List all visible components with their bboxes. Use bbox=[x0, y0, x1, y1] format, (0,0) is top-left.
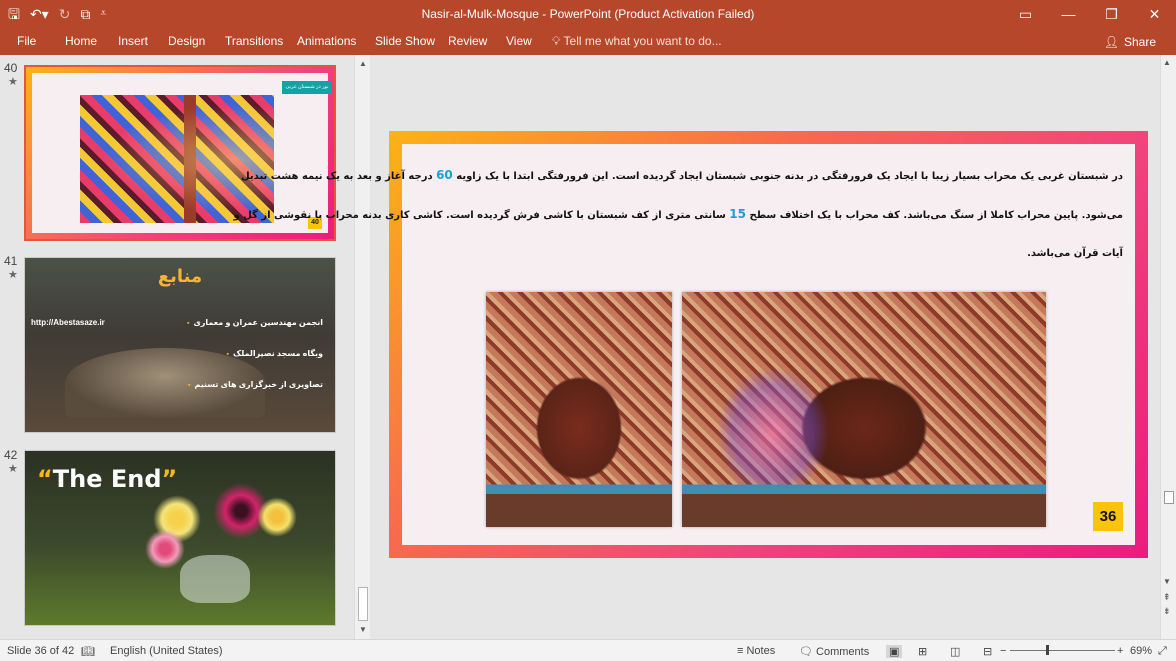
lightbulb-icon: 💡︎ bbox=[552, 34, 561, 48]
previous-slide-icon[interactable]: ⇞ bbox=[1163, 592, 1171, 603]
close-quote: ” bbox=[161, 465, 178, 493]
ribbon-tabs: File Home Insert Design Transitions Anim… bbox=[0, 29, 1176, 55]
thumbnails-scrollbar[interactable]: ▲ ▼ bbox=[354, 55, 370, 639]
flower-image bbox=[257, 497, 297, 537]
normal-view-icon[interactable]: ▣ bbox=[886, 645, 903, 658]
tab-file[interactable]: File bbox=[17, 34, 36, 48]
animation-star-icon: ★ bbox=[8, 463, 18, 475]
minimize-icon[interactable]: — bbox=[1047, 0, 1090, 29]
scroll-thumb[interactable] bbox=[1164, 491, 1174, 504]
thumb-title: منابع bbox=[157, 266, 203, 287]
zoom-level[interactable]: 69% bbox=[1130, 645, 1152, 657]
language-indicator[interactable]: English (United States) bbox=[110, 645, 223, 657]
body-text-line-2[interactable]: می‌شود. پایین محراب کاملا از سنگ می‌باشد… bbox=[233, 207, 1123, 221]
slide-number-badge: 36 bbox=[1093, 502, 1123, 531]
the-end-text: The End bbox=[52, 465, 162, 493]
next-slide-icon[interactable]: ⇟ bbox=[1163, 606, 1171, 617]
notes-button[interactable]: ≡ Notes bbox=[737, 645, 775, 657]
fit-to-window-icon[interactable]: ⤢ bbox=[1158, 645, 1167, 658]
zoom-out-icon[interactable]: − bbox=[1000, 645, 1006, 657]
comment-icon: 🗨︎ bbox=[799, 646, 817, 658]
restore-icon[interactable]: ❐ bbox=[1090, 0, 1133, 29]
tab-transitions[interactable]: Transitions bbox=[225, 34, 283, 48]
slideshow-view-icon[interactable]: ⊟ bbox=[983, 645, 992, 658]
tab-slide-show[interactable]: Slide Show bbox=[375, 34, 435, 48]
body-text-line-3[interactable]: آیات قرآن می‌باشد. bbox=[416, 248, 1123, 259]
zoom-in-icon[interactable]: + bbox=[1117, 645, 1123, 657]
thumb-list-item: انجمن مهندسین عمران و معماری bbox=[187, 318, 323, 327]
highlight-number: 15 bbox=[729, 207, 746, 221]
thumb-number-41: 41 bbox=[4, 254, 18, 268]
slide-thumbnail-42[interactable]: “The End” bbox=[24, 450, 336, 626]
mihrab-photo-left[interactable] bbox=[486, 292, 672, 527]
scroll-down-icon[interactable]: ▼ bbox=[1163, 577, 1171, 586]
text-run: می‌شود. پایین محراب کاملا از سنگ می‌باشد… bbox=[746, 210, 1123, 221]
tell-me-search[interactable]: 💡︎ Tell me what you want to do... bbox=[552, 34, 722, 49]
scroll-up-icon[interactable]: ▲ bbox=[357, 58, 369, 70]
close-icon[interactable]: ✕ bbox=[1133, 0, 1176, 29]
ribbon-display-icon[interactable]: ▭ bbox=[1004, 0, 1047, 29]
status-bar: Slide 36 of 42 📖︎ English (United States… bbox=[0, 639, 1176, 661]
comments-button[interactable]: 🗨︎ Comments bbox=[799, 645, 869, 658]
title-bar: 🖫 ↶▾ ↻ ⧉ ⩡ Nasir-al-Mulk-Mosque - PowerP… bbox=[0, 0, 1176, 29]
tell-me-text: Tell me what you want to do... bbox=[563, 34, 722, 48]
notes-label: Notes bbox=[746, 645, 776, 657]
thumb-number-40: 40 bbox=[4, 61, 18, 75]
text-run: سانتی متری از کف شبستان با کاشی فرش گردی… bbox=[233, 210, 730, 221]
thumb-number-42: 42 bbox=[4, 448, 18, 462]
slide-thumbnail-41[interactable]: منابع http://Abestasaze.ir انجمن مهندسین… bbox=[24, 257, 336, 433]
scroll-thumb[interactable] bbox=[358, 587, 368, 621]
stained-glass-photo bbox=[80, 95, 274, 223]
tab-view[interactable]: View bbox=[506, 34, 532, 48]
scroll-up-icon[interactable]: ▲ bbox=[1163, 58, 1171, 67]
window-controls: ▭ — ❐ ✕ bbox=[1004, 0, 1176, 29]
tab-insert[interactable]: Insert bbox=[118, 34, 148, 48]
tab-design[interactable]: Design bbox=[168, 34, 205, 48]
editor-scrollbar[interactable]: ▲ ▼ ⇞ ⇟ bbox=[1160, 55, 1176, 639]
window-title: Nasir-al-Mulk-Mosque - PowerPoint (Produ… bbox=[421, 7, 755, 21]
slide-sorter-icon[interactable]: ⊞ bbox=[918, 645, 927, 658]
the-end-title: “The End” bbox=[37, 465, 177, 493]
highlight-number: 60 bbox=[436, 168, 453, 182]
open-quote: “ bbox=[37, 465, 53, 493]
thumb-link: http://Abestasaze.ir bbox=[31, 318, 105, 327]
tab-review[interactable]: Review bbox=[448, 34, 487, 48]
thumb-list-item: تصاویری از خبرگزاری های تسنیم bbox=[188, 380, 323, 389]
slide-counter: Slide 36 of 42 bbox=[7, 645, 75, 657]
flower-image bbox=[145, 529, 185, 569]
tab-animations[interactable]: Animations bbox=[297, 34, 356, 48]
zoom-slider-thumb[interactable] bbox=[1046, 645, 1049, 655]
person-icon: 👤︎ bbox=[1103, 35, 1119, 49]
animation-star-icon: ★ bbox=[8, 269, 18, 281]
text-run: در شبستان غربی یک محراب بسیار زیبا با ای… bbox=[452, 171, 1123, 182]
scroll-down-icon[interactable]: ▼ bbox=[357, 624, 369, 636]
spell-check-icon[interactable]: 📖︎ bbox=[81, 645, 95, 658]
animation-star-icon: ★ bbox=[8, 76, 18, 88]
thumb-list-item: وبگاه مسجد نصیرالملک bbox=[227, 349, 323, 358]
vase-image bbox=[180, 555, 250, 603]
slide-thumbnails-pane: 40 ★ نور در شبستان غربی 40 41 ★ منابع ht… bbox=[0, 55, 370, 639]
current-slide[interactable]: در شبستان غربی یک محراب بسیار زیبا با ای… bbox=[233, 131, 1148, 558]
text-run: درجه آغاز و بعد به یک نیمه هشت تبدیل bbox=[241, 171, 437, 182]
share-button[interactable]: 👤︎ Share bbox=[1098, 32, 1162, 52]
slide-editor: در شبستان غربی یک محراب بسیار زیبا با ای… bbox=[233, 55, 1176, 639]
reading-view-icon[interactable]: ◫ bbox=[950, 645, 960, 658]
comments-label: Comments bbox=[816, 646, 870, 658]
tab-home[interactable]: Home bbox=[65, 34, 97, 48]
mihrab-photo-right[interactable] bbox=[682, 292, 1046, 527]
thumb-caption-box: نور در شبستان غربی bbox=[282, 81, 332, 94]
share-label: Share bbox=[1123, 35, 1156, 49]
body-text-line-1[interactable]: در شبستان غربی یک محراب بسیار زیبا با ای… bbox=[241, 168, 1123, 182]
slide-content: در شبستان غربی یک محراب بسیار زیبا با ای… bbox=[233, 144, 1135, 545]
zoom-slider[interactable] bbox=[1010, 650, 1115, 651]
